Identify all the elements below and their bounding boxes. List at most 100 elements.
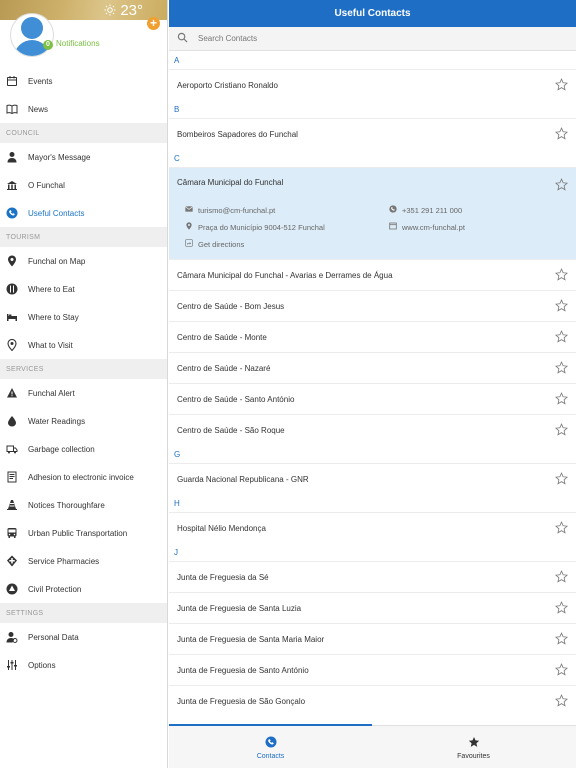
contact-row[interactable]: Centro de Saúde - São Roque	[169, 414, 576, 445]
sidebar-item-label: Adhesion to electronic invoice	[28, 472, 134, 482]
contact-row[interactable]: Guarda Nacional Republicana - GNR	[169, 463, 576, 494]
contact-row[interactable]: Junta de Freguesia de São Gonçalo	[169, 685, 576, 716]
contact-row[interactable]: Centro de Saúde - Monte	[169, 321, 576, 352]
favourite-star-icon[interactable]	[554, 663, 569, 678]
sidebar-item-events[interactable]: Events	[0, 67, 167, 95]
section-letter: G	[174, 449, 181, 459]
favourite-star-icon[interactable]	[554, 392, 569, 407]
contact-name: Câmara Municipal do Funchal - Avarias e …	[177, 270, 393, 280]
section-letter: B	[174, 104, 180, 114]
sidebar-item-notices-thoroughfare[interactable]: Notices Thoroughfare	[0, 491, 167, 519]
sidebar-item-useful-contacts[interactable]: Useful Contacts	[0, 199, 167, 227]
tab-favourites-label: Favourites	[457, 752, 490, 760]
sidebar-item-water-readings[interactable]: Water Readings	[0, 407, 167, 435]
email-detail[interactable]: turismo@cm-funchal.pt	[185, 205, 275, 215]
phone-detail[interactable]: +351 291 211 000	[389, 205, 462, 215]
contact-name: Junta de Freguesia de São Gonçalo	[177, 696, 306, 706]
contact-row[interactable]: Centro de Saúde - Bom Jesus	[169, 290, 576, 321]
favourite-star-icon[interactable]	[554, 521, 569, 536]
favourite-star-icon[interactable]	[554, 361, 569, 376]
sidebar-item-label: Events	[28, 76, 53, 86]
contact-row[interactable]: Hospital Nélio Mendonça	[169, 512, 576, 543]
detail-text: www.cm-funchal.pt	[402, 222, 465, 232]
sun-icon	[104, 3, 116, 19]
contact-name: Centro de Saúde - São Roque	[177, 425, 285, 435]
contact-row[interactable]: Aeroporto Cristiano Ronaldo	[169, 69, 576, 100]
contact-row[interactable]: Centro de Saúde - Nazaré	[169, 352, 576, 383]
civil-protection-icon	[6, 583, 18, 595]
map-pin-icon	[6, 255, 18, 267]
add-button[interactable]: +	[147, 17, 160, 30]
sidebar-item-garbage-collection[interactable]: Garbage collection	[0, 435, 167, 463]
user-settings-icon	[6, 631, 18, 643]
cutlery-icon	[6, 283, 18, 295]
section-heading: COUNCIL	[0, 123, 167, 143]
calendar-icon	[6, 75, 18, 87]
favourite-star-icon[interactable]	[554, 570, 569, 585]
location-icon	[6, 339, 18, 351]
sidebar-item-label: Options	[28, 660, 56, 670]
notifications-link[interactable]: Notifications	[56, 39, 100, 48]
contact-row[interactable]: Câmara Municipal do Funchal - Avarias e …	[169, 259, 576, 290]
sidebar-item-o-funchal[interactable]: O Funchal	[0, 171, 167, 199]
sidebar-item-what-to-visit[interactable]: What to Visit	[0, 331, 167, 359]
section-heading: SERVICES	[0, 359, 167, 379]
sidebar-item-options[interactable]: Options	[0, 651, 167, 679]
website-detail[interactable]: www.cm-funchal.pt	[389, 222, 465, 232]
sidebar-item-service-pharmacies[interactable]: Service Pharmacies	[0, 547, 167, 575]
favourite-star-icon[interactable]	[554, 268, 569, 283]
sliders-icon	[6, 659, 18, 671]
favourite-star-icon[interactable]	[554, 330, 569, 345]
sidebar-item-civil-protection[interactable]: Civil Protection	[0, 575, 167, 603]
sidebar-item-personal-data[interactable]: Personal Data	[0, 623, 167, 651]
sidebar-item-where-to-eat[interactable]: Where to Eat	[0, 275, 167, 303]
favourite-star-icon[interactable]	[554, 78, 569, 93]
sidebar-item-label: Water Readings	[28, 416, 86, 426]
tab-contacts[interactable]: Contacts	[169, 726, 372, 768]
contact-row[interactable]: Junta de Freguesia da Sé	[169, 561, 576, 592]
favourite-star-icon[interactable]	[554, 632, 569, 647]
directions-icon	[185, 239, 193, 249]
phone-icon	[6, 207, 18, 219]
phone-icon	[265, 736, 277, 750]
sidebar-item-news[interactable]: News	[0, 95, 167, 123]
sidebar-item-mayor-s-message[interactable]: Mayor's Message	[0, 143, 167, 171]
detail-text: Get directions	[198, 239, 245, 249]
section-letter: A	[174, 55, 180, 65]
sidebar-item-funchal-alert[interactable]: Funchal Alert	[0, 379, 167, 407]
favourite-star-icon[interactable]	[554, 472, 569, 487]
contact-row[interactable]: Centro de Saúde - Santo António	[169, 383, 576, 414]
sidebar-item-adhesion-to-electronic-invoice[interactable]: Adhesion to electronic invoice	[0, 463, 167, 491]
contact-row[interactable]: Junta de Freguesia de Santa Luzia	[169, 592, 576, 623]
favourite-star-icon[interactable]	[554, 178, 569, 196]
favourite-star-icon[interactable]	[554, 423, 569, 438]
newspaper-icon	[6, 103, 18, 115]
favourite-star-icon[interactable]	[554, 694, 569, 709]
notification-count-badge[interactable]: 0	[43, 40, 53, 50]
sidebar-item-funchal-on-map[interactable]: Funchal on Map	[0, 247, 167, 275]
contact-row[interactable]: Junta de Freguesia de Santa Maria Maior	[169, 623, 576, 654]
contact-row[interactable]: Bombeiros Sapadores do Funchal	[169, 118, 576, 149]
person-icon	[6, 151, 18, 163]
contact-list[interactable]: A Aeroporto Cristiano Ronaldo B Bombeiros S…	[169, 51, 576, 725]
sidebar-item-where-to-stay[interactable]: Where to Stay	[0, 303, 167, 331]
star-icon	[468, 736, 480, 750]
detail-text: Praça do Município 9004-512 Funchal	[198, 222, 325, 232]
favourite-star-icon[interactable]	[554, 601, 569, 616]
favourite-star-icon[interactable]	[554, 127, 569, 142]
contact-row[interactable]: Junta de Freguesia de Santo António	[169, 654, 576, 685]
sidebar-item-label: Funchal Alert	[28, 388, 75, 398]
sidebar-item-label: Personal Data	[28, 632, 79, 642]
expanded-contact-card[interactable]: Câmara Municipal do Funchal turismo@cm-fu…	[169, 167, 576, 259]
directions-detail[interactable]: Get directions	[185, 239, 244, 249]
pharmacy-icon	[6, 555, 18, 567]
map-pin-detail[interactable]: Praça do Município 9004-512 Funchal	[185, 222, 325, 232]
sidebar-item-label: Civil Protection	[28, 584, 82, 594]
detail-text: turismo@cm-funchal.pt	[198, 205, 276, 215]
favourite-star-icon[interactable]	[554, 299, 569, 314]
contact-name: Hospital Nélio Mendonça	[177, 523, 266, 533]
tab-favourites[interactable]: Favourites	[372, 726, 575, 768]
page-title: Useful Contacts	[169, 0, 576, 27]
sidebar-item-urban-public-transportation[interactable]: Urban Public Transportation	[0, 519, 167, 547]
search-input[interactable]	[198, 34, 518, 43]
